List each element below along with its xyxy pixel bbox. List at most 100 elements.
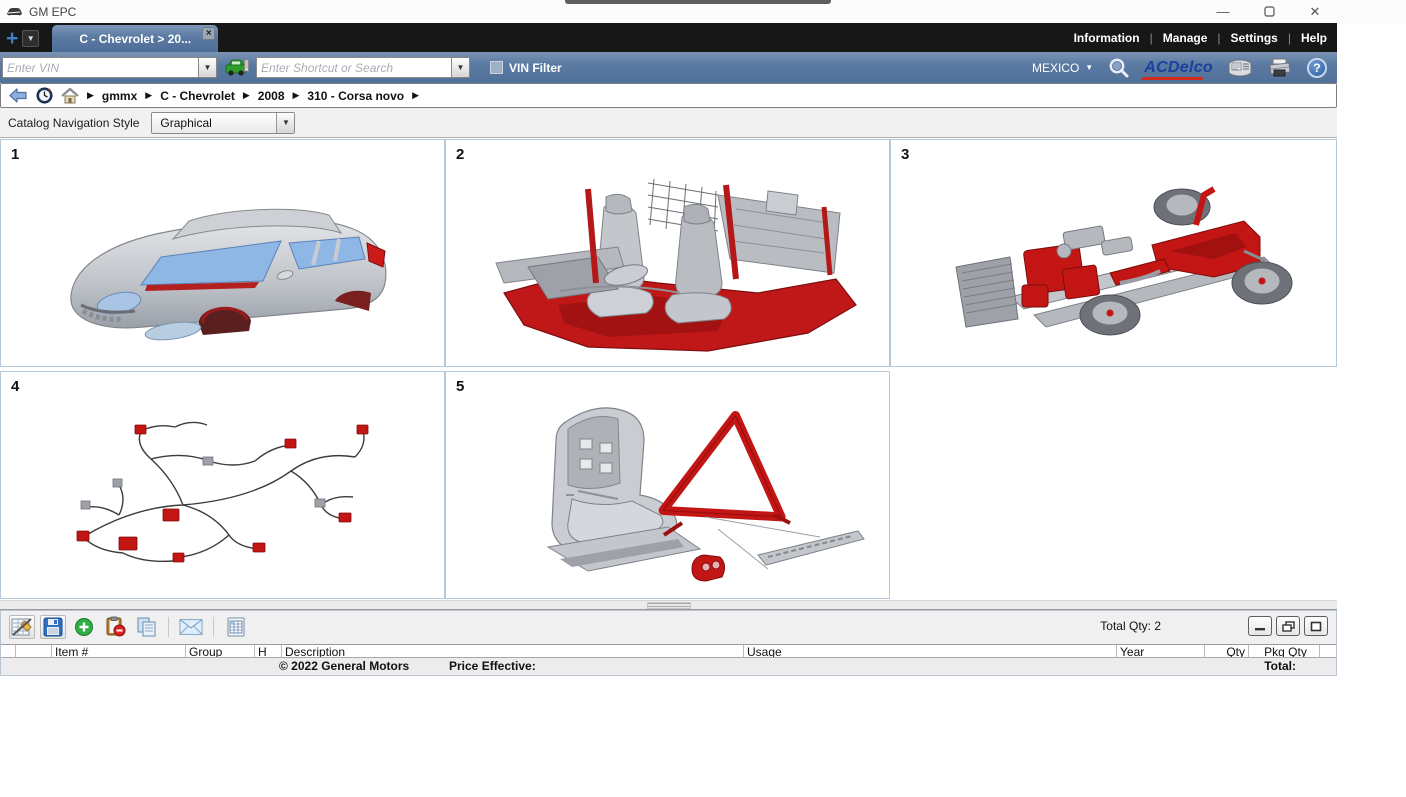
breadcrumb-item-gmmx[interactable]: gmmx	[102, 89, 137, 103]
breadcrumb-item-corsa[interactable]: 310 - Corsa novo	[307, 89, 404, 103]
minimize-icon	[1254, 621, 1266, 631]
new-tab-button[interactable]: +	[6, 29, 18, 49]
save-button[interactable]	[40, 615, 66, 639]
tab-list-dropdown[interactable]: ▼	[22, 30, 39, 47]
breadcrumb-item-chevrolet[interactable]: C - Chevrolet	[160, 89, 235, 103]
clear-notes-button[interactable]	[9, 615, 35, 639]
cell-number: 5	[456, 378, 464, 395]
clipboard-remove-icon	[105, 616, 126, 637]
close-button[interactable]: ✕	[1304, 2, 1326, 22]
minimize-button[interactable]: —	[1212, 2, 1234, 22]
column-header-group: Group	[185, 645, 254, 657]
catalog-reader-button[interactable]	[1227, 58, 1253, 78]
column-header-qty: Qty	[1204, 645, 1248, 657]
total-label: Total:	[1264, 659, 1296, 673]
chassis-illustration	[914, 155, 1314, 360]
breadcrumb-separator-icon: ▶	[145, 90, 152, 101]
search-dropdown-button[interactable]: ▼	[452, 57, 470, 78]
card-reader-icon	[1227, 58, 1253, 78]
parts-table-header: Item # Group H Description Usage Year Qt…	[1, 644, 1336, 657]
home-icon	[61, 88, 79, 104]
column-header	[15, 645, 51, 657]
interior-seats-illustration	[468, 155, 868, 360]
menu-information[interactable]: Information	[1074, 31, 1140, 45]
catalog-style-select[interactable]: Graphical ▼	[151, 112, 295, 134]
seat-accessories-illustration	[468, 387, 868, 592]
catalog-style-label: Catalog Navigation Style	[8, 116, 139, 130]
breadcrumb-separator-icon: ▶	[243, 90, 250, 101]
search-button[interactable]	[1107, 57, 1130, 79]
cell-number: 1	[11, 146, 19, 163]
shortcut-search-input[interactable]	[256, 57, 452, 78]
notes-edit-icon	[11, 617, 33, 637]
add-icon	[74, 617, 94, 637]
save-icon	[43, 617, 63, 637]
column-header-year: Year	[1116, 645, 1204, 657]
column-header-h: H	[254, 645, 281, 657]
vin-filter-checkbox[interactable]	[490, 61, 503, 74]
menu-manage[interactable]: Manage	[1163, 31, 1208, 45]
report-icon	[227, 617, 245, 637]
add-item-button[interactable]	[71, 615, 97, 639]
mail-icon	[179, 618, 203, 636]
home-button[interactable]	[61, 88, 79, 104]
tab-label: C - Chevrolet > 20...	[79, 32, 191, 46]
menu-help[interactable]: Help	[1301, 31, 1327, 45]
panel-minimize-button[interactable]	[1248, 616, 1272, 636]
green-car-icon	[225, 58, 249, 77]
breadcrumb-item-2008[interactable]: 2008	[258, 89, 285, 103]
gm-epc-app: + ▼ C - Chevrolet > 20... × Information …	[0, 23, 1337, 680]
breadcrumb-separator-icon: ▶	[293, 90, 300, 101]
window-title: GM EPC	[29, 5, 76, 19]
panel-window-buttons	[1248, 616, 1328, 636]
copy-button[interactable]	[133, 615, 159, 639]
panel-maximize-button[interactable]	[1304, 616, 1328, 636]
maximize-button[interactable]	[1258, 2, 1280, 22]
clock-icon	[36, 87, 53, 104]
report-button[interactable]	[223, 615, 249, 639]
panel-splitter[interactable]	[0, 600, 1337, 610]
column-header-description: Description	[281, 645, 743, 657]
tab-close-icon[interactable]: ×	[202, 27, 215, 40]
region-selector[interactable]: MEXICO ▼	[1032, 61, 1093, 75]
menu-settings[interactable]: Settings	[1231, 31, 1278, 45]
catalog-cell-chassis[interactable]: 3	[890, 139, 1337, 367]
chevron-down-icon: ▼	[1085, 63, 1093, 72]
email-button[interactable]	[178, 615, 204, 639]
acdelco-logo: ACDelco	[1144, 59, 1213, 77]
print-button[interactable]	[1267, 57, 1293, 79]
panel-restore-button[interactable]	[1276, 616, 1300, 636]
menu-separator: |	[1217, 31, 1220, 45]
copy-icon	[136, 617, 157, 637]
catalog-cell-accessories[interactable]: 5	[445, 371, 890, 599]
catalog-cell-wiring[interactable]: 4	[0, 371, 445, 599]
search-toolbar: ▼ ▼ VIN Filter MEXICO ▼ ACDelco ?	[0, 52, 1337, 83]
vin-filter-label: VIN Filter	[509, 61, 562, 75]
copyright-text: © 2022 General Motors	[279, 659, 409, 673]
chevron-down-icon: ▼	[276, 113, 294, 133]
catalog-grid: 1 2	[0, 138, 1337, 600]
region-value: MEXICO	[1032, 61, 1079, 75]
help-button[interactable]: ?	[1307, 58, 1327, 78]
vehicle-lookup-button[interactable]	[225, 58, 249, 77]
screen-artifact-strip	[565, 0, 831, 4]
printer-icon	[1267, 57, 1293, 79]
vin-input[interactable]	[2, 57, 199, 78]
toolbar-divider	[213, 617, 214, 637]
catalog-cell-body[interactable]: 1	[0, 139, 445, 367]
app-logo-icon	[6, 6, 23, 18]
splitter-grip-icon[interactable]	[647, 602, 691, 609]
back-arrow-icon	[9, 88, 28, 103]
vin-dropdown-button[interactable]: ▼	[199, 57, 217, 78]
maximize-icon	[1310, 621, 1322, 632]
total-qty-label: Total Qty: 2	[1100, 619, 1161, 633]
back-button[interactable]	[9, 88, 28, 103]
tab-active-chevrolet[interactable]: C - Chevrolet > 20... ×	[52, 25, 218, 52]
remove-item-button[interactable]	[102, 615, 128, 639]
catalog-cell-interior[interactable]: 2	[445, 139, 890, 367]
breadcrumb-separator-icon: ▶	[87, 90, 94, 101]
breadcrumb-separator-icon: ▶	[412, 90, 419, 101]
history-button[interactable]	[36, 87, 53, 104]
cell-number: 2	[456, 146, 464, 163]
price-effective-label: Price Effective:	[449, 659, 536, 673]
